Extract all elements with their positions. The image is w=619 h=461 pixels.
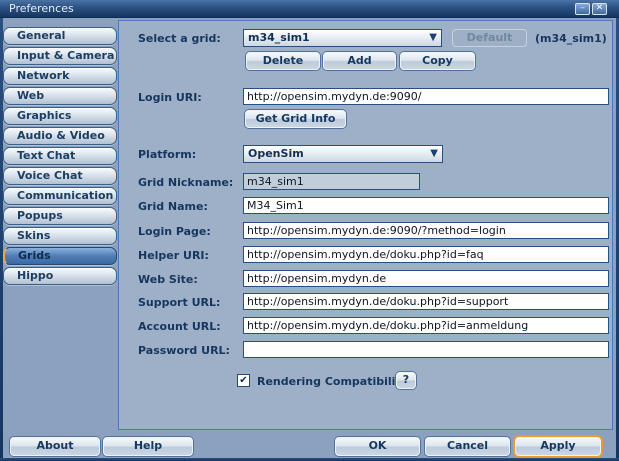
login-uri-label: Login URI: bbox=[138, 91, 202, 104]
select-grid-label: Select a grid: bbox=[138, 32, 221, 45]
grid-name-label: Grid Name: bbox=[138, 200, 208, 213]
password-url-label: Password URL: bbox=[138, 344, 230, 357]
login-page-input[interactable] bbox=[243, 222, 609, 239]
chevron-down-icon: ▼ bbox=[429, 30, 437, 46]
about-button[interactable]: About bbox=[10, 437, 100, 456]
grids-panel: Select a grid: ▼ m34_sim1 Default (m34_s… bbox=[118, 20, 613, 430]
apply-button[interactable]: Apply bbox=[515, 437, 601, 456]
web-site-input[interactable] bbox=[243, 270, 609, 287]
grid-select-dropdown[interactable]: ▼ m34_sim1 bbox=[243, 29, 442, 47]
platform-value: OpenSim bbox=[248, 147, 304, 160]
grid-nickname-input[interactable] bbox=[243, 173, 420, 190]
account-url-label: Account URL: bbox=[138, 320, 221, 333]
window-frame-left bbox=[0, 18, 3, 461]
sidebar-item-general[interactable]: General bbox=[3, 27, 117, 45]
login-page-label: Login Page: bbox=[138, 225, 211, 238]
chevron-down-icon: ▼ bbox=[430, 146, 438, 162]
window-title: Preferences bbox=[9, 2, 74, 15]
rendering-compatibility-checkbox[interactable]: ✔ bbox=[237, 374, 250, 387]
sidebar-item-text-chat[interactable]: Text Chat bbox=[3, 147, 117, 165]
rendering-help-button[interactable]: ? bbox=[396, 372, 416, 389]
copy-button[interactable]: Copy bbox=[400, 52, 475, 70]
sidebar-item-network[interactable]: Network bbox=[3, 67, 117, 85]
login-uri-input[interactable] bbox=[243, 88, 609, 105]
grid-nickname-label: Grid Nickname: bbox=[138, 176, 233, 189]
support-url-input[interactable] bbox=[243, 293, 609, 310]
preferences-dialog: Preferences – ✕ General Input & Camera N… bbox=[0, 0, 619, 461]
sidebar-item-input-camera[interactable]: Input & Camera bbox=[3, 47, 117, 65]
platform-label: Platform: bbox=[138, 148, 196, 161]
sidebar-item-grids[interactable]: Grids bbox=[3, 247, 117, 265]
get-grid-info-button[interactable]: Get Grid Info bbox=[245, 110, 346, 128]
sidebar-item-hippo[interactable]: Hippo bbox=[3, 267, 117, 285]
sidebar-item-skins[interactable]: Skins bbox=[3, 227, 117, 245]
add-button[interactable]: Add bbox=[323, 52, 396, 70]
check-icon: ✔ bbox=[239, 375, 247, 386]
delete-button[interactable]: Delete bbox=[246, 52, 320, 70]
sidebar-item-web[interactable]: Web bbox=[3, 87, 117, 105]
support-url-label: Support URL: bbox=[138, 296, 220, 309]
titlebar[interactable]: Preferences – ✕ bbox=[0, 0, 619, 18]
cancel-button[interactable]: Cancel bbox=[425, 437, 510, 456]
helper-uri-label: Helper URI: bbox=[138, 249, 209, 262]
password-url-input[interactable] bbox=[243, 341, 609, 358]
grid-select-value: m34_sim1 bbox=[248, 31, 310, 44]
help-button[interactable]: Help bbox=[103, 437, 193, 456]
sidebar-item-communication[interactable]: Communication bbox=[3, 187, 117, 205]
sidebar-item-graphics[interactable]: Graphics bbox=[3, 107, 117, 125]
default-button[interactable]: Default bbox=[452, 29, 527, 47]
sidebar-item-voice-chat[interactable]: Voice Chat bbox=[3, 167, 117, 185]
platform-dropdown[interactable]: ▼ OpenSim bbox=[243, 145, 443, 163]
sidebar-item-popups[interactable]: Popups bbox=[3, 207, 117, 225]
minimize-icon[interactable]: – bbox=[575, 3, 590, 15]
rendering-compatibility-label: Rendering Compatibility bbox=[257, 375, 408, 388]
account-url-input[interactable] bbox=[243, 317, 609, 334]
active-grid-note: (m34_sim1) bbox=[535, 32, 607, 45]
web-site-label: Web Site: bbox=[138, 273, 198, 286]
close-icon[interactable]: ✕ bbox=[592, 3, 607, 15]
ok-button[interactable]: OK bbox=[335, 437, 420, 456]
sidebar-item-audio-video[interactable]: Audio & Video bbox=[3, 127, 117, 145]
grid-name-input[interactable] bbox=[243, 197, 609, 214]
helper-uri-input[interactable] bbox=[243, 246, 609, 263]
